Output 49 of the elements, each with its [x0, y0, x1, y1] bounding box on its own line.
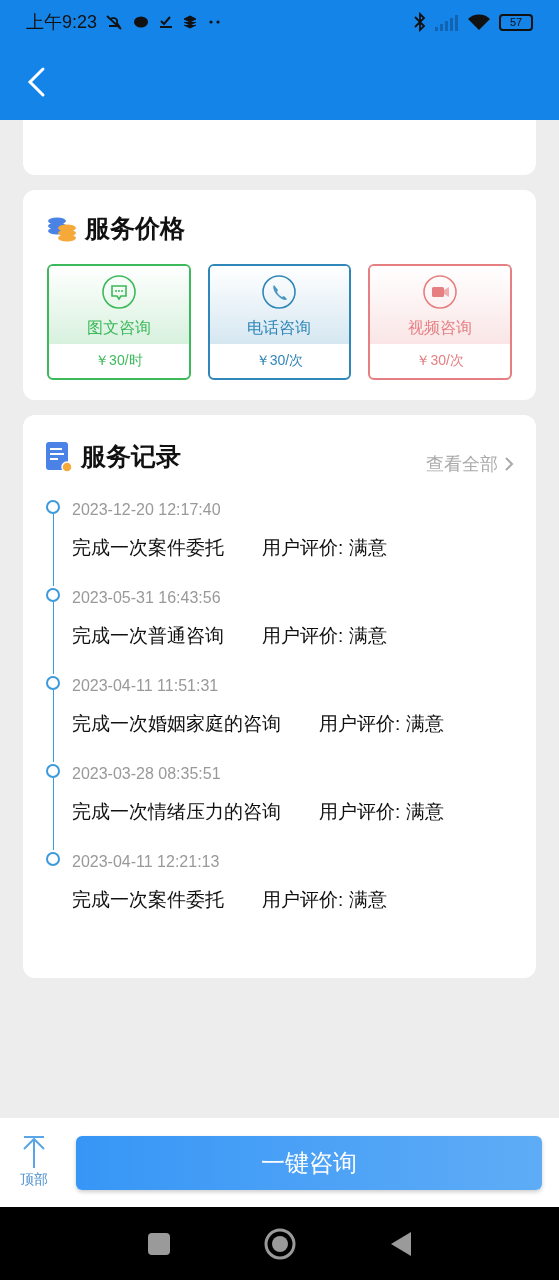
- consult-option[interactable]: 图文咨询 ￥30/时: [47, 263, 191, 380]
- home-icon[interactable]: [263, 1227, 296, 1260]
- top-button[interactable]: 顶部: [17, 1135, 51, 1190]
- record-rating: 用户评价: 满意: [262, 887, 387, 912]
- record-title: 完成一次普通咨询: [72, 623, 224, 648]
- record-title: 完成一次案件委托: [72, 887, 224, 912]
- option-label: 视频咨询: [408, 317, 473, 338]
- record-time: 2023-03-28 08:35:51: [72, 763, 222, 784]
- more-icon: [209, 20, 222, 24]
- record-rating: 用户评价: 满意: [319, 711, 444, 736]
- chat-bubble-icon: [133, 15, 150, 29]
- wifi-icon: [467, 13, 491, 31]
- chat-icon: [100, 273, 137, 310]
- record-time: 2023-04-11 11:51:31: [72, 675, 220, 696]
- layers-icon: [183, 15, 198, 29]
- download-done-icon: [159, 15, 174, 29]
- option-price: ￥30/次: [255, 351, 304, 370]
- option-label: 电话咨询: [247, 317, 312, 338]
- document-icon: [45, 441, 73, 473]
- bluetooth-icon: [413, 12, 427, 32]
- status-time: 上午9:23: [26, 10, 98, 34]
- option-price: ￥30/次: [416, 351, 464, 370]
- option-price: ￥30/时: [95, 351, 143, 370]
- option-label: 图文咨询: [86, 317, 151, 338]
- consult-option[interactable]: 视频咨询 ￥30/次: [368, 263, 512, 380]
- record-rating: 用户评价: 满意: [262, 535, 387, 560]
- record-time: 2023-05-31 16:43:56: [72, 587, 222, 608]
- video-icon: [422, 273, 459, 310]
- signal-icon: [435, 13, 461, 31]
- back-icon[interactable]: [26, 66, 46, 98]
- record-title: 完成一次婚姻家庭的咨询: [72, 711, 281, 736]
- arrow-up-icon: [22, 1135, 46, 1169]
- view-all-link[interactable]: 查看全部: [426, 450, 514, 478]
- section-title: 服务记录: [81, 441, 181, 473]
- record-title: 完成一次案件委托: [72, 535, 224, 560]
- recents-icon[interactable]: [147, 1232, 170, 1255]
- record-time: 2023-12-20 12:17:40: [72, 499, 222, 520]
- record-time: 2023-04-11 12:21:13: [72, 851, 221, 872]
- phone-icon: [261, 273, 298, 310]
- consult-option[interactable]: 电话咨询 ￥30/次: [207, 263, 352, 380]
- battery-icon: 57: [499, 13, 533, 31]
- section-title: 服务价格: [85, 213, 185, 244]
- coins-icon: [47, 215, 77, 242]
- record-title: 完成一次情绪压力的咨询: [72, 799, 281, 824]
- back-nav-icon[interactable]: [389, 1230, 412, 1257]
- record-rating: 用户评价: 满意: [262, 623, 387, 648]
- chevron-right-icon: [504, 456, 514, 472]
- consult-button[interactable]: 一键咨询: [76, 1135, 542, 1190]
- record-rating: 用户评价: 满意: [319, 799, 444, 824]
